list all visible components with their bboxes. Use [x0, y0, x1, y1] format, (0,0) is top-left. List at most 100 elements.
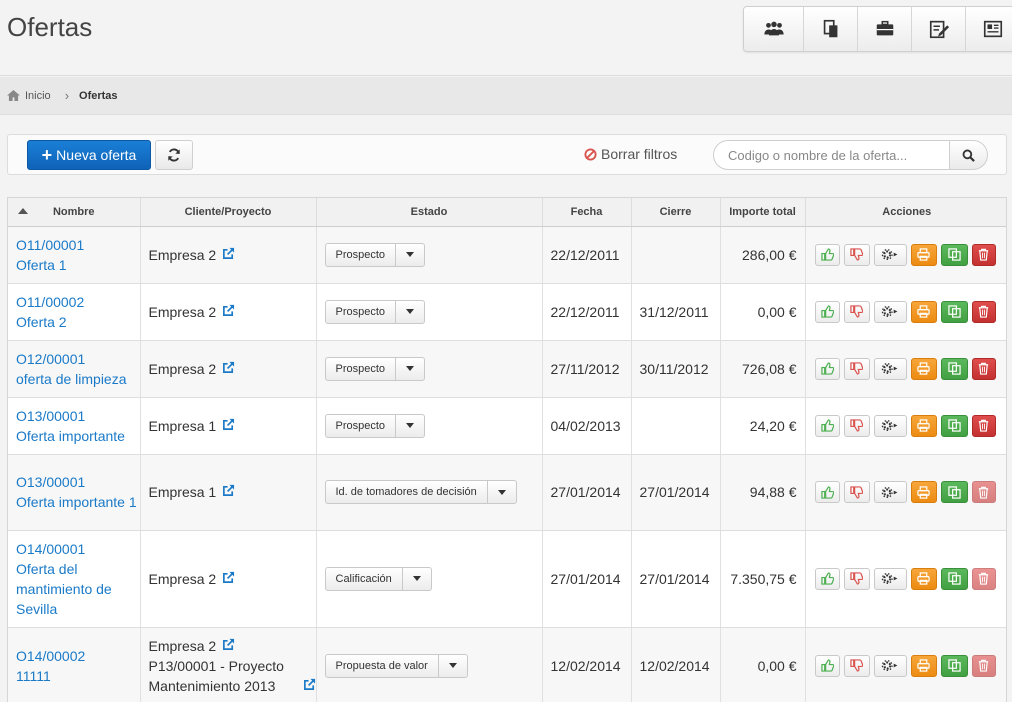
- process-button[interactable]: [873, 243, 907, 266]
- offer-name-link[interactable]: Oferta importante 1: [16, 492, 140, 512]
- state-dropdown-label[interactable]: Prospecto: [326, 300, 397, 323]
- state-dropdown-label[interactable]: Prospecto: [326, 357, 397, 380]
- external-link-icon[interactable]: [222, 302, 235, 322]
- print-button[interactable]: [910, 243, 937, 266]
- offer-code-link[interactable]: O14/00001: [16, 539, 140, 559]
- page-title: Ofertas: [7, 12, 93, 42]
- print-button[interactable]: [910, 481, 937, 503]
- delete-button[interactable]: [971, 567, 996, 590]
- accept-button[interactable]: [814, 243, 840, 266]
- process-button[interactable]: [873, 481, 907, 503]
- edit-button[interactable]: [911, 7, 965, 51]
- search-input[interactable]: [713, 140, 949, 170]
- duplicate-button[interactable]: [940, 243, 968, 266]
- contact-button[interactable]: [965, 7, 1012, 51]
- external-link-icon[interactable]: [222, 245, 235, 265]
- caret-down-icon[interactable]: [403, 568, 431, 590]
- reject-button[interactable]: [843, 243, 870, 266]
- caret-down-icon[interactable]: [396, 244, 424, 266]
- plus-icon: +: [41, 145, 53, 165]
- delete-button[interactable]: [971, 481, 996, 503]
- team-button[interactable]: [744, 7, 803, 51]
- reject-button[interactable]: [843, 481, 870, 503]
- reject-button[interactable]: [843, 414, 870, 437]
- reject-button[interactable]: [843, 300, 870, 323]
- delete-button[interactable]: [971, 357, 996, 380]
- offer-code-link[interactable]: O14/00002: [16, 646, 140, 666]
- accept-button[interactable]: [814, 654, 840, 677]
- caret-down-icon[interactable]: [488, 481, 516, 503]
- offer-code-link[interactable]: O11/00001: [16, 235, 140, 255]
- delete-button[interactable]: [971, 414, 996, 437]
- process-button[interactable]: [873, 300, 907, 323]
- state-dropdown-label[interactable]: Id. de tomadores de decisión: [326, 481, 488, 503]
- offer-code-link[interactable]: O13/00001: [16, 472, 140, 492]
- external-link-icon[interactable]: [222, 569, 235, 589]
- state-dropdown[interactable]: Id. de tomadores de decisión: [324, 480, 517, 504]
- state-dropdown-label[interactable]: Prospecto: [326, 243, 397, 266]
- offer-name-link[interactable]: Oferta importante: [16, 426, 140, 446]
- offer-name-link[interactable]: Oferta 2: [16, 312, 140, 332]
- documents-button[interactable]: [803, 7, 857, 51]
- delete-button[interactable]: [971, 654, 996, 677]
- print-button[interactable]: [910, 567, 937, 590]
- process-button[interactable]: [873, 357, 907, 380]
- state-dropdown-label[interactable]: Prospecto: [326, 414, 397, 437]
- caret-down-icon[interactable]: [396, 358, 424, 380]
- offer-code-link[interactable]: O11/00002: [16, 292, 140, 312]
- process-button[interactable]: [873, 654, 907, 677]
- state-dropdown-label[interactable]: Propuesta de valor: [326, 654, 439, 677]
- caret-down-icon[interactable]: [396, 415, 424, 437]
- duplicate-button[interactable]: [940, 357, 968, 380]
- state-dropdown[interactable]: Prospecto: [324, 413, 426, 438]
- search-button[interactable]: [949, 140, 988, 170]
- accept-button[interactable]: [814, 357, 840, 380]
- external-link-icon[interactable]: [222, 636, 235, 656]
- duplicate-button[interactable]: [940, 300, 968, 323]
- external-link-icon[interactable]: [222, 416, 235, 436]
- state-dropdown[interactable]: Calificación: [324, 566, 432, 591]
- breadcrumb-home[interactable]: Inicio: [7, 90, 51, 102]
- state-dropdown-label[interactable]: Calificación: [326, 567, 403, 590]
- state-dropdown[interactable]: Prospecto: [324, 242, 426, 267]
- briefcase-button[interactable]: [857, 7, 911, 51]
- external-link-icon[interactable]: [303, 676, 316, 696]
- new-offer-button[interactable]: + Nueva oferta: [27, 140, 151, 170]
- duplicate-button[interactable]: [940, 567, 968, 590]
- state-dropdown[interactable]: Prospecto: [324, 299, 426, 324]
- accept-button[interactable]: [814, 481, 840, 503]
- print-button[interactable]: [910, 357, 937, 380]
- duplicate-button[interactable]: [940, 414, 968, 437]
- reject-button[interactable]: [843, 357, 870, 380]
- clear-filters-link[interactable]: Borrar filtros: [584, 146, 677, 162]
- offer-code-link[interactable]: O13/00001: [16, 406, 140, 426]
- refresh-button[interactable]: [155, 140, 193, 170]
- column-header-nombre[interactable]: Nombre: [8, 198, 141, 227]
- accept-button[interactable]: [814, 300, 840, 323]
- accept-button[interactable]: [814, 567, 840, 590]
- duplicate-button[interactable]: [940, 654, 968, 677]
- offer-name-link[interactable]: oferta de limpieza: [16, 369, 140, 389]
- external-link-icon[interactable]: [222, 482, 235, 502]
- edit-note-icon: [929, 20, 949, 39]
- external-link-icon[interactable]: [222, 359, 235, 379]
- print-button[interactable]: [910, 414, 937, 437]
- offer-name-link[interactable]: Oferta 1: [16, 255, 140, 275]
- delete-button[interactable]: [971, 300, 996, 323]
- print-button[interactable]: [910, 300, 937, 323]
- offer-name-link[interactable]: 11111: [16, 666, 140, 686]
- caret-down-icon[interactable]: [439, 655, 467, 677]
- state-dropdown[interactable]: Prospecto: [324, 356, 426, 381]
- accept-button[interactable]: [814, 414, 840, 437]
- state-dropdown[interactable]: Propuesta de valor: [324, 653, 468, 678]
- offer-name-link[interactable]: Oferta del mantimiento de Sevilla: [16, 559, 140, 619]
- process-button[interactable]: [873, 567, 907, 590]
- reject-button[interactable]: [843, 654, 870, 677]
- print-button[interactable]: [910, 654, 937, 677]
- caret-down-icon[interactable]: [396, 301, 424, 323]
- delete-button[interactable]: [971, 243, 996, 266]
- process-button[interactable]: [873, 414, 907, 437]
- reject-button[interactable]: [843, 567, 870, 590]
- duplicate-button[interactable]: [940, 481, 968, 503]
- offer-code-link[interactable]: O12/00001: [16, 349, 140, 369]
